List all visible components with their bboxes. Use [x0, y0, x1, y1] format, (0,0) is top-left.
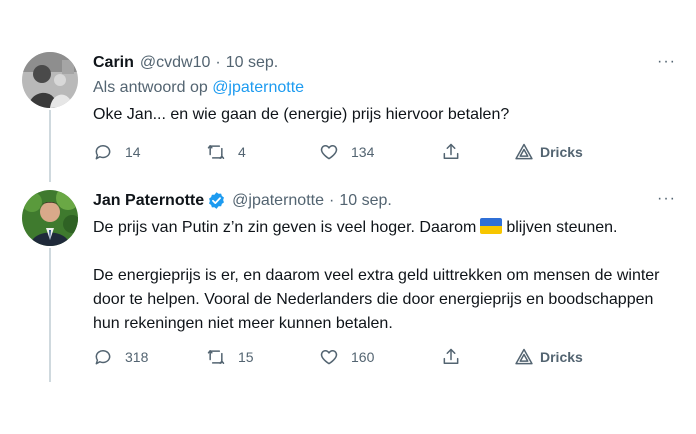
reply-icon: [93, 347, 113, 367]
reply-prefix: Als antwoord op: [93, 79, 213, 96]
like-button[interactable]: 160: [319, 347, 374, 367]
dricks-button[interactable]: Dricks: [514, 347, 583, 367]
text-segment: De prijs van Putin z’n zin geven is veel…: [93, 219, 477, 236]
share-icon: [441, 347, 461, 367]
like-icon: [319, 347, 339, 367]
author-handle[interactable]: @jpaternotte: [232, 192, 324, 210]
tweet-actions: 14 4 134 Dricks: [93, 142, 593, 162]
dricks-icon: [514, 142, 534, 162]
retweet-button[interactable]: 4: [206, 142, 246, 162]
like-count: 160: [351, 349, 375, 365]
avatar[interactable]: [22, 190, 78, 246]
tweet-header: Jan Paternotte @jpaternotte · 10 sep.: [93, 191, 392, 210]
tweet-text-paragraph: De prijs van Putin z’n zin geven is veel…: [93, 216, 678, 240]
tweet-text: De prijs van Putin z’n zin geven is veel…: [93, 216, 678, 336]
share-icon: [441, 142, 461, 162]
reply-icon: [93, 142, 113, 162]
tweet-jan-paternotte[interactable]: Jan Paternotte @jpaternotte · 10 sep. ··…: [0, 185, 696, 434]
more-icon[interactable]: ···: [657, 190, 676, 208]
reply-button[interactable]: 318: [93, 347, 148, 367]
retweet-count: 4: [238, 144, 246, 160]
tweet-text-paragraph: Oke Jan... en wie gaan de (energie) prij…: [93, 106, 510, 123]
author-name[interactable]: Jan Paternotte: [93, 192, 204, 210]
dricks-label: Dricks: [540, 349, 583, 365]
tweet-text: Oke Jan... en wie gaan de (energie) prij…: [93, 103, 678, 127]
avatar[interactable]: [22, 52, 78, 108]
tweet-text-paragraph: De energieprijs is er, en daarom veel ex…: [93, 267, 660, 332]
tweet-actions: 318 15 160 Dricks: [93, 347, 593, 367]
ukraine-flag-icon: [480, 218, 503, 234]
like-count: 134: [351, 144, 375, 160]
dricks-label: Dricks: [540, 144, 583, 160]
separator-dot: ·: [215, 54, 221, 71]
tweet-carin[interactable]: Carin @cvdw10 · 10 sep. ··· Als antwoord…: [0, 0, 696, 185]
tweet-header: Carin @cvdw10 · 10 sep.: [93, 54, 278, 72]
dricks-icon: [514, 347, 534, 367]
tweet-date[interactable]: 10 sep.: [226, 54, 278, 72]
reply-context: Als antwoord op @jpaternotte: [93, 79, 304, 97]
retweet-button[interactable]: 15: [206, 347, 254, 367]
retweet-count: 15: [238, 349, 254, 365]
author-name[interactable]: Carin: [93, 54, 134, 72]
reply-count: 14: [125, 144, 141, 160]
retweet-icon: [206, 142, 226, 162]
more-icon[interactable]: ···: [657, 53, 676, 71]
dricks-button[interactable]: Dricks: [514, 142, 583, 162]
like-button[interactable]: 134: [319, 142, 374, 162]
retweet-icon: [206, 347, 226, 367]
reply-button[interactable]: 14: [93, 142, 141, 162]
reply-count: 318: [125, 349, 149, 365]
share-button[interactable]: [441, 347, 461, 367]
reply-mention-link[interactable]: @jpaternotte: [212, 79, 304, 96]
text-segment: blijven steunen.: [506, 219, 618, 236]
separator-dot: ·: [329, 191, 335, 209]
share-button[interactable]: [441, 142, 461, 162]
like-icon: [319, 142, 339, 162]
verified-badge-icon: [207, 191, 226, 210]
tweet-date[interactable]: 10 sep.: [339, 192, 391, 210]
author-handle[interactable]: @cvdw10: [140, 54, 211, 72]
